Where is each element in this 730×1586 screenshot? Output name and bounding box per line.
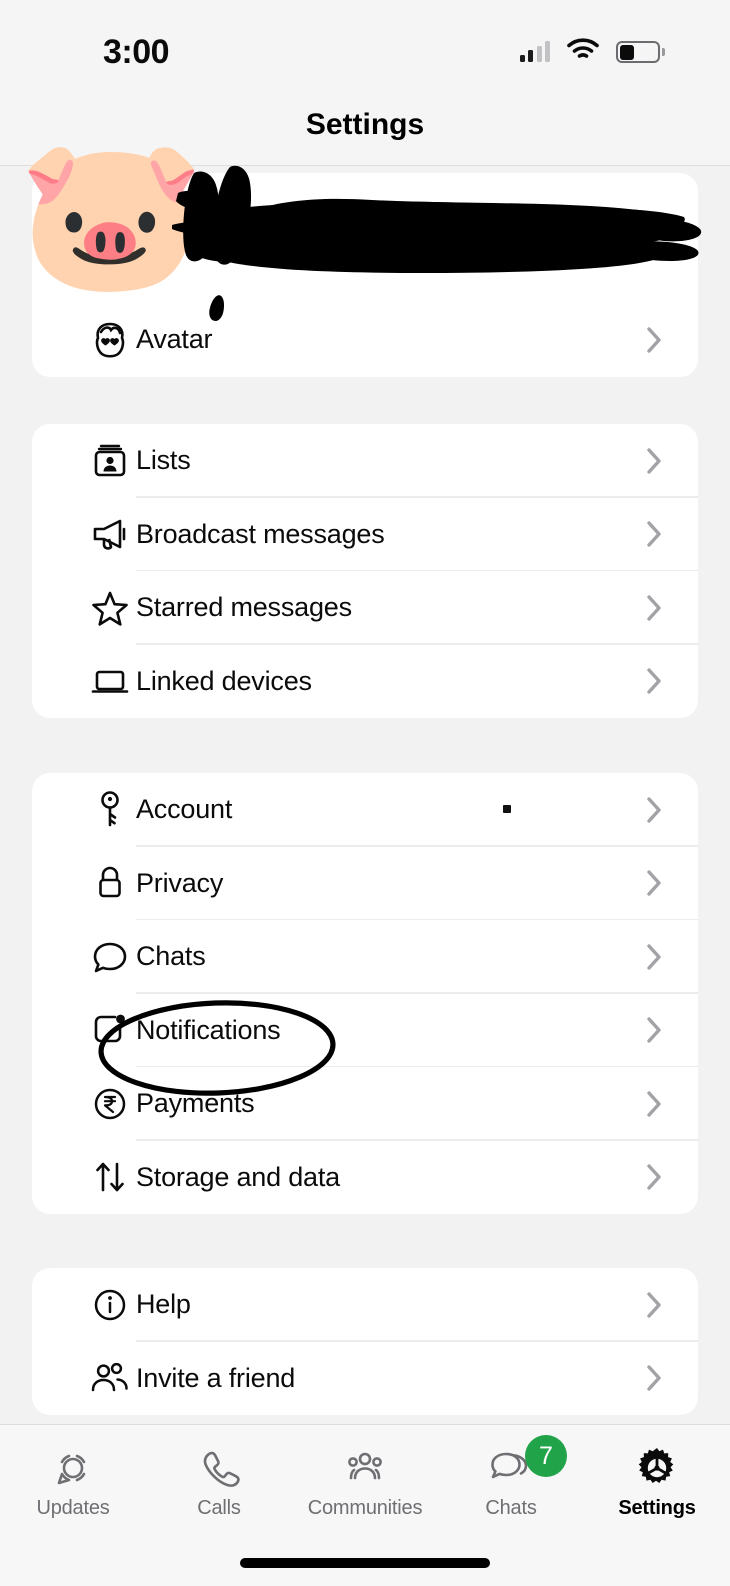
- tools-card: Lists Broadcast messages Starred message…: [32, 424, 698, 718]
- tab-label: Settings: [618, 1497, 696, 1519]
- chevron-right-icon: [647, 797, 661, 823]
- ink-dot-artifact: [503, 805, 511, 813]
- settings-row-linked-devices[interactable]: Linked devices: [32, 645, 698, 719]
- chevron-right-icon: [647, 668, 661, 694]
- status-bar-indicators: [519, 38, 665, 66]
- help-card: Help Invite a friend: [32, 1268, 698, 1415]
- tab-settings[interactable]: Settings: [584, 1425, 730, 1533]
- phone-icon: [196, 1441, 242, 1495]
- chevron-right-icon: [647, 944, 661, 970]
- chevron-right-icon: [647, 448, 661, 474]
- settings-row-label: Lists: [136, 445, 191, 476]
- lock-icon: [88, 861, 132, 905]
- lists-icon: [88, 439, 132, 483]
- settings-row-broadcast-messages[interactable]: Broadcast messages: [32, 498, 698, 571]
- tab-label: Communities: [307, 1497, 423, 1519]
- chats-unread-badge: 7: [525, 1435, 567, 1477]
- tab-chats[interactable]: 7 Chats: [438, 1425, 584, 1533]
- avatar-face-icon: [88, 318, 132, 362]
- settings-row-avatar[interactable]: Avatar: [32, 303, 698, 377]
- chevron-right-icon: [647, 521, 661, 547]
- chevron-right-icon: [647, 595, 661, 621]
- settings-row-label: Broadcast messages: [136, 518, 385, 549]
- battery-low-icon: [616, 41, 665, 63]
- settings-row-label: Storage and data: [136, 1161, 340, 1192]
- settings-row-label: Starred messages: [136, 592, 352, 623]
- arrows-up-down-icon: [88, 1155, 132, 1199]
- chevron-right-icon: [647, 870, 661, 896]
- updates-status-icon: [50, 1441, 96, 1495]
- bottom-tab-bar: Updates Calls Communities 7 Chats Settin…: [0, 1424, 730, 1586]
- chevron-right-icon: [647, 1292, 661, 1318]
- pig-memoji-avatar[interactable]: 🐷: [18, 131, 205, 297]
- tab-calls[interactable]: Calls: [146, 1425, 292, 1533]
- settings-row-label: Chats: [136, 941, 206, 972]
- chevron-right-icon: [647, 1017, 661, 1043]
- rupee-circle-icon: [88, 1082, 132, 1126]
- settings-row-label: Linked devices: [136, 665, 312, 696]
- settings-row-payments[interactable]: Payments: [32, 1067, 698, 1141]
- megaphone-icon: [88, 512, 132, 556]
- settings-row-label: Account: [136, 794, 233, 825]
- tab-label: Updates: [36, 1497, 110, 1519]
- settings-row-invite-a-friend[interactable]: Invite a friend: [32, 1342, 698, 1416]
- settings-row-chats[interactable]: Chats: [32, 920, 698, 994]
- signal-bars-icon: [519, 41, 550, 62]
- home-indicator: [240, 1558, 490, 1568]
- notification-bell-icon: [88, 1008, 132, 1052]
- status-bar-time: 3:00: [103, 33, 170, 71]
- chevron-right-icon: [647, 1365, 661, 1391]
- settings-row-label: Notifications: [136, 1014, 281, 1045]
- tab-label: Chats: [485, 1497, 537, 1519]
- settings-row-lists[interactable]: Lists: [32, 424, 698, 498]
- settings-row-label: Invite a friend: [136, 1362, 296, 1393]
- settings-row-label: Payments: [136, 1088, 255, 1119]
- wifi-icon: [567, 38, 599, 66]
- settings-row-label: Privacy: [136, 867, 224, 898]
- star-icon: [88, 586, 132, 630]
- settings-row-notifications[interactable]: Notifications: [32, 994, 698, 1067]
- communities-icon: [340, 1441, 390, 1495]
- settings-row-starred-messages[interactable]: Starred messages: [32, 571, 698, 645]
- key-icon: [88, 788, 132, 832]
- tab-label: Calls: [197, 1497, 241, 1519]
- info-circle-icon: [88, 1283, 132, 1327]
- settings-row-storage-and-data[interactable]: Storage and data: [32, 1141, 698, 1215]
- laptop-icon: [88, 659, 132, 703]
- gear-icon: [633, 1441, 681, 1495]
- people-icon: [88, 1356, 132, 1400]
- settings-card: Account Privacy Chats Notifications Paym…: [32, 773, 698, 1214]
- settings-row-label: Help: [136, 1289, 191, 1320]
- settings-row-account[interactable]: Account: [32, 773, 698, 847]
- chevron-right-icon: [647, 327, 661, 353]
- speech-bubble-icon: [88, 935, 132, 979]
- settings-row-privacy[interactable]: Privacy: [32, 847, 698, 920]
- settings-row-help[interactable]: Help: [32, 1268, 698, 1342]
- status-bar: 3:00: [0, 0, 730, 95]
- tab-updates[interactable]: Updates: [0, 1425, 146, 1533]
- tab-communities[interactable]: Communities: [292, 1425, 438, 1533]
- profile-card: 🐷 Avatar: [18, 131, 702, 377]
- settings-row-label: Avatar: [136, 324, 213, 355]
- settings-scroll-area[interactable]: 🐷 Avatar Lists Broadcast messages Starre…: [0, 131, 730, 1425]
- redaction-scribble: [172, 165, 702, 273]
- chevron-right-icon: [647, 1164, 661, 1190]
- profile-row[interactable]: 🐷: [18, 131, 702, 323]
- chevron-right-icon: [647, 1091, 661, 1117]
